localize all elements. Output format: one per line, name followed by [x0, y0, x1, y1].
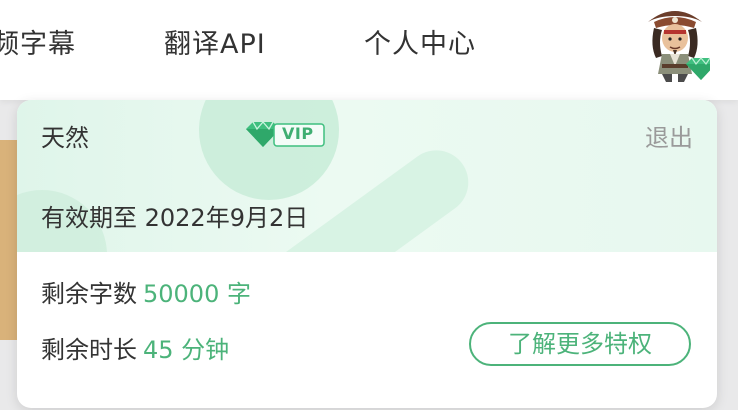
- user-avatar[interactable]: [640, 2, 716, 82]
- remaining-words-value: 50000 字: [143, 280, 251, 308]
- nav-item-translate-api[interactable]: 翻译API: [164, 22, 266, 61]
- remaining-words-label: 剩余字数: [41, 280, 137, 308]
- pirate-avatar-icon: [648, 11, 716, 82]
- background-banner-edge: [0, 140, 18, 340]
- vip-card-header: 天然 VIP 退出 有效期至 2022年9月2日: [17, 100, 717, 252]
- nav-item-video-subtitles[interactable]: 频字幕: [0, 22, 76, 61]
- remaining-time-value: 45 分钟: [143, 336, 230, 364]
- user-vip-card: 天然 VIP 退出 有效期至 2022年9月2日 剩余字数 50000 字 剩余时…: [17, 100, 717, 408]
- username: 天然: [41, 124, 89, 152]
- logout-button[interactable]: 退出: [645, 118, 693, 153]
- top-navbar: 频字幕 翻译API 个人中心: [0, 0, 738, 100]
- remaining-time-row: 剩余时长 45 分钟: [41, 330, 229, 365]
- vip-expiry-date: 有效期至 2022年9月2日: [41, 204, 309, 232]
- vip-label: VIP: [282, 124, 314, 143]
- remaining-time-label: 剩余时长: [41, 336, 137, 364]
- learn-more-privileges-button[interactable]: 了解更多特权: [469, 322, 691, 366]
- vip-badge: VIP: [244, 120, 326, 150]
- remaining-words-row: 剩余字数 50000 字: [41, 274, 251, 309]
- nav-item-personal-center[interactable]: 个人中心: [364, 22, 476, 61]
